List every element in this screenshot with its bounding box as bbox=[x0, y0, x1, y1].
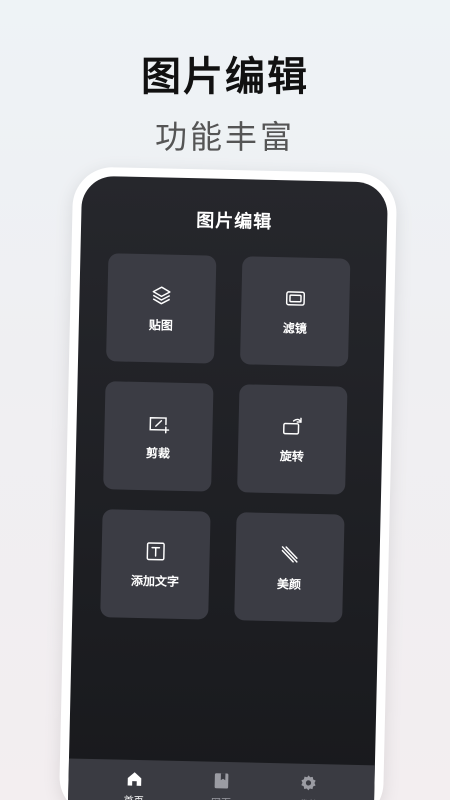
promo-title: 图片编辑 bbox=[141, 54, 309, 100]
gear-icon bbox=[301, 775, 316, 791]
tool-label: 剪裁 bbox=[145, 445, 171, 461]
tool-label: 美颜 bbox=[276, 576, 302, 592]
app-screen: 图片编辑 贴图 滤镜 剪裁 旋转 添加文字 美颜 bbox=[67, 175, 389, 800]
book-icon bbox=[214, 773, 229, 789]
tool-rotate-button[interactable]: 旋转 bbox=[237, 384, 348, 495]
home-icon bbox=[127, 772, 141, 786]
nav-label: 网页 bbox=[211, 794, 231, 800]
nav-item-profile[interactable]: 我的 bbox=[278, 773, 339, 800]
tool-filter-button[interactable]: 滤镜 bbox=[239, 256, 351, 367]
tool-label: 添加文字 bbox=[130, 573, 180, 589]
phone-frame: 图片编辑 贴图 滤镜 剪裁 旋转 添加文字 美颜 bbox=[58, 166, 398, 800]
nav-item-web[interactable]: 网页 bbox=[191, 771, 252, 800]
promo-subtitle: 功能丰富 bbox=[154, 118, 295, 156]
bottom-nav: 首页 网页 我的 bbox=[67, 758, 375, 800]
app-title: 图片编辑 bbox=[195, 210, 273, 233]
beauty-stripes-icon bbox=[281, 545, 298, 563]
tool-crop-button[interactable]: 剪裁 bbox=[103, 381, 214, 492]
filter-frame-icon bbox=[285, 290, 306, 306]
tool-beauty-button[interactable]: 美颜 bbox=[234, 512, 345, 623]
crop-icon bbox=[149, 416, 170, 433]
tool-sticker-button[interactable]: 贴图 bbox=[106, 253, 217, 364]
rotate-icon bbox=[283, 417, 302, 435]
tool-add-text-button[interactable]: 添加文字 bbox=[100, 509, 211, 620]
layers-icon bbox=[152, 285, 171, 304]
nav-label: 首页 bbox=[124, 792, 144, 800]
tool-label: 旋转 bbox=[279, 448, 305, 464]
text-box-icon bbox=[146, 541, 165, 561]
tool-label: 贴图 bbox=[148, 317, 173, 333]
tool-label: 滤镜 bbox=[282, 320, 307, 336]
nav-item-home[interactable]: 首页 bbox=[103, 769, 164, 800]
nav-label: 我的 bbox=[298, 796, 318, 800]
